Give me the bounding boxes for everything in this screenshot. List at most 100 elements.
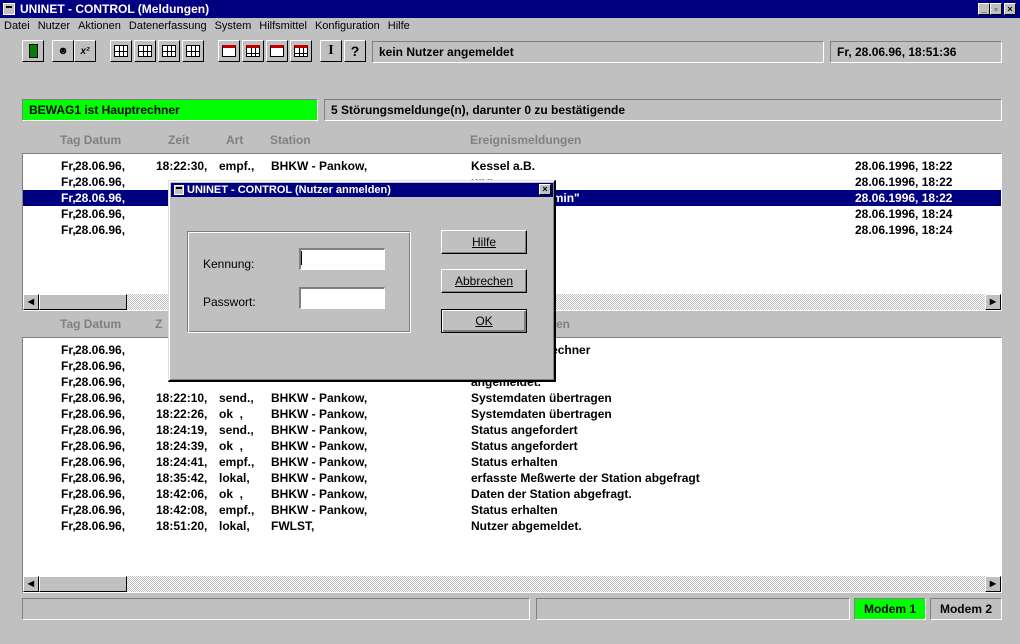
cell-type: ok , bbox=[219, 407, 244, 421]
scroll-thumb[interactable] bbox=[39, 294, 127, 310]
window-title: UNINET - CONTROL (Meldungen) bbox=[20, 2, 210, 16]
cell-station: BHKW - Pankow, bbox=[271, 423, 368, 437]
info-button[interactable]: I bbox=[320, 40, 342, 62]
table-row[interactable]: Fr, 28.06.96, 18:35:42, lokal, BHKW - Pankow… bbox=[23, 470, 1001, 486]
calendar-icon bbox=[222, 45, 236, 57]
table-row[interactable]: Fr, 28.06.96, 18:24:41, empf., BHKW - Pankow… bbox=[23, 454, 1001, 470]
menu-bar: Datei Nutzer Aktionen Datenerfassung Sys… bbox=[0, 18, 1020, 34]
menu-nutzer[interactable]: Nutzer bbox=[38, 18, 70, 34]
menu-hilfsmittel[interactable]: Hilfsmittel bbox=[259, 18, 307, 34]
cell-time: 18:51:20, bbox=[156, 519, 208, 533]
close-icon[interactable]: × bbox=[1004, 3, 1016, 15]
cell-day: Fr, bbox=[61, 375, 76, 389]
cell-date: 28.06.96, bbox=[75, 423, 126, 437]
table-row[interactable]: Fr, 28.06.96, 18:22:26, ok , BHKW - Pankow, S… bbox=[23, 406, 1001, 422]
window-title-bar[interactable]: UNINET - CONTROL (Meldungen) _ ▫ × bbox=[0, 0, 1020, 18]
status-bar-middle bbox=[536, 598, 850, 620]
ok-button[interactable]: OK bbox=[441, 309, 527, 333]
station-view-button-1[interactable] bbox=[110, 40, 132, 62]
menu-konfiguration[interactable]: Konfiguration bbox=[315, 18, 380, 34]
bottom-horizontal-scrollbar[interactable]: ◀ ▶ bbox=[23, 576, 1001, 592]
cell-message: Systemdaten übertragen bbox=[471, 391, 612, 405]
cancel-button[interactable]: Abbrechen bbox=[441, 269, 527, 293]
close-icon[interactable]: × bbox=[539, 184, 551, 195]
restore-icon[interactable]: ▫ bbox=[990, 3, 1002, 15]
cell-date: 28.06.96, bbox=[75, 191, 126, 205]
table-row[interactable]: Fr, 28.06.96, 18:24:39, ok , BHKW - Pankow, S… bbox=[23, 438, 1001, 454]
top-pane-header: Tag Datum Zeit Art Station Ereignismeldu… bbox=[22, 129, 1002, 151]
menu-system[interactable]: System bbox=[215, 18, 252, 34]
cell-day: Fr, bbox=[61, 439, 76, 453]
cell-day: Fr, bbox=[61, 391, 76, 405]
exit-button[interactable] bbox=[22, 40, 44, 62]
report-button-1[interactable] bbox=[218, 40, 240, 62]
cell-date: 28.06.96, bbox=[75, 471, 126, 485]
menu-aktionen[interactable]: Aktionen bbox=[78, 18, 121, 34]
table-row[interactable]: Fr, 28.06.96, 18:24:19, send., BHKW - Pankow… bbox=[23, 422, 1001, 438]
scroll-thumb[interactable] bbox=[39, 576, 127, 592]
cell-day: Fr, bbox=[61, 207, 76, 221]
calendar-grid-icon bbox=[246, 45, 260, 57]
scroll-right-icon[interactable]: ▶ bbox=[985, 576, 1001, 592]
cell-message: erfasste Meßwerte der Station abgefragt bbox=[471, 471, 700, 485]
document-icon bbox=[270, 45, 284, 57]
menu-datei[interactable]: Datei bbox=[4, 18, 30, 34]
station-view-button-2[interactable] bbox=[134, 40, 156, 62]
col-time[interactable]: Zeit bbox=[168, 129, 189, 151]
table-row[interactable]: Fr, 28.06.96, 18:51:20, lokal, FWLST, Nutzer … bbox=[23, 518, 1001, 534]
cell-timestamp: 28.06.1996, 18:24 bbox=[855, 223, 953, 237]
cell-day: Fr, bbox=[61, 343, 76, 357]
cell-day: Fr, bbox=[61, 191, 76, 205]
login-button[interactable]: ☻ bbox=[52, 40, 74, 62]
cell-date: 28.06.96, bbox=[75, 223, 126, 237]
cell-message: Daten der Station abgefragt. bbox=[471, 487, 632, 501]
scroll-right-icon[interactable]: ▶ bbox=[985, 294, 1001, 310]
ok-button-label: OK bbox=[475, 314, 493, 328]
col-station[interactable]: Station bbox=[270, 129, 311, 151]
cell-date: 28.06.96, bbox=[75, 375, 126, 389]
station-view-button-3[interactable] bbox=[158, 40, 180, 62]
table-row[interactable]: Fr, 28.06.96, 18:42:08, empf., BHKW - Pankow… bbox=[23, 502, 1001, 518]
formula-icon: x² bbox=[80, 45, 90, 57]
table-row[interactable]: Fr, 28.06.96, 18:22:10, send., BHKW - Pankow… bbox=[23, 390, 1001, 406]
dialog-title-bar[interactable]: UNINET - CONTROL (Nutzer anmelden) × bbox=[171, 183, 553, 197]
system-menu-icon[interactable] bbox=[3, 3, 15, 15]
menu-hilfe[interactable]: Hilfe bbox=[388, 18, 410, 34]
cell-time: 18:24:41, bbox=[156, 455, 208, 469]
table-row[interactable]: Fr, 28.06.96, 18:22:30, empf., BHKW - Pankow… bbox=[23, 158, 1001, 174]
cell-type: send., bbox=[219, 423, 254, 437]
toolbar: ☻ x² I ? kein Nutzer angemeldet Fr, 28.0… bbox=[0, 38, 1020, 64]
col-day-date[interactable]: Tag Datum bbox=[60, 129, 121, 151]
col-type[interactable]: Art bbox=[226, 129, 243, 151]
col-events[interactable]: Ereignismeldungen bbox=[470, 129, 581, 151]
cell-type: empf., bbox=[219, 159, 255, 173]
dialog-title: UNINET - CONTROL (Nutzer anmelden) bbox=[187, 184, 391, 196]
system-menu-icon[interactable] bbox=[174, 185, 184, 195]
formula-button[interactable]: x² bbox=[74, 40, 96, 62]
cell-day: Fr, bbox=[61, 487, 76, 501]
cell-date: 28.06.96, bbox=[75, 391, 126, 405]
col-day-date[interactable]: Tag Datum bbox=[60, 313, 121, 335]
station-view-button-4[interactable] bbox=[182, 40, 204, 62]
passwort-input[interactable] bbox=[299, 287, 385, 309]
cell-message: Systemdaten übertragen bbox=[471, 407, 612, 421]
fault-summary: 5 Störungsmeldunge(n), darunter 0 zu bes… bbox=[324, 99, 1002, 121]
cell-type: ok , bbox=[219, 487, 244, 501]
cell-type: send., bbox=[219, 391, 254, 405]
cell-type: empf., bbox=[219, 455, 255, 469]
scroll-left-icon[interactable]: ◀ bbox=[23, 294, 39, 310]
help-button[interactable]: ? bbox=[344, 40, 366, 62]
minimize-icon[interactable]: _ bbox=[978, 3, 990, 15]
cell-message: Status angefordert bbox=[471, 423, 578, 437]
report-button-2[interactable] bbox=[242, 40, 264, 62]
report-button-4[interactable] bbox=[290, 40, 312, 62]
clock-display: Fr, 28.06.96, 18:51:36 bbox=[830, 41, 1002, 63]
menu-datenerfassung[interactable]: Datenerfassung bbox=[129, 18, 207, 34]
report-button-3[interactable] bbox=[266, 40, 288, 62]
help-button[interactable]: Hilfe bbox=[441, 230, 527, 254]
kennung-input[interactable] bbox=[299, 248, 385, 270]
cell-time: 18:42:08, bbox=[156, 503, 208, 517]
cancel-button-label: Abbrechen bbox=[454, 274, 514, 288]
scroll-left-icon[interactable]: ◀ bbox=[23, 576, 39, 592]
table-row[interactable]: Fr, 28.06.96, 18:42:06, ok , BHKW - Pankow, D… bbox=[23, 486, 1001, 502]
